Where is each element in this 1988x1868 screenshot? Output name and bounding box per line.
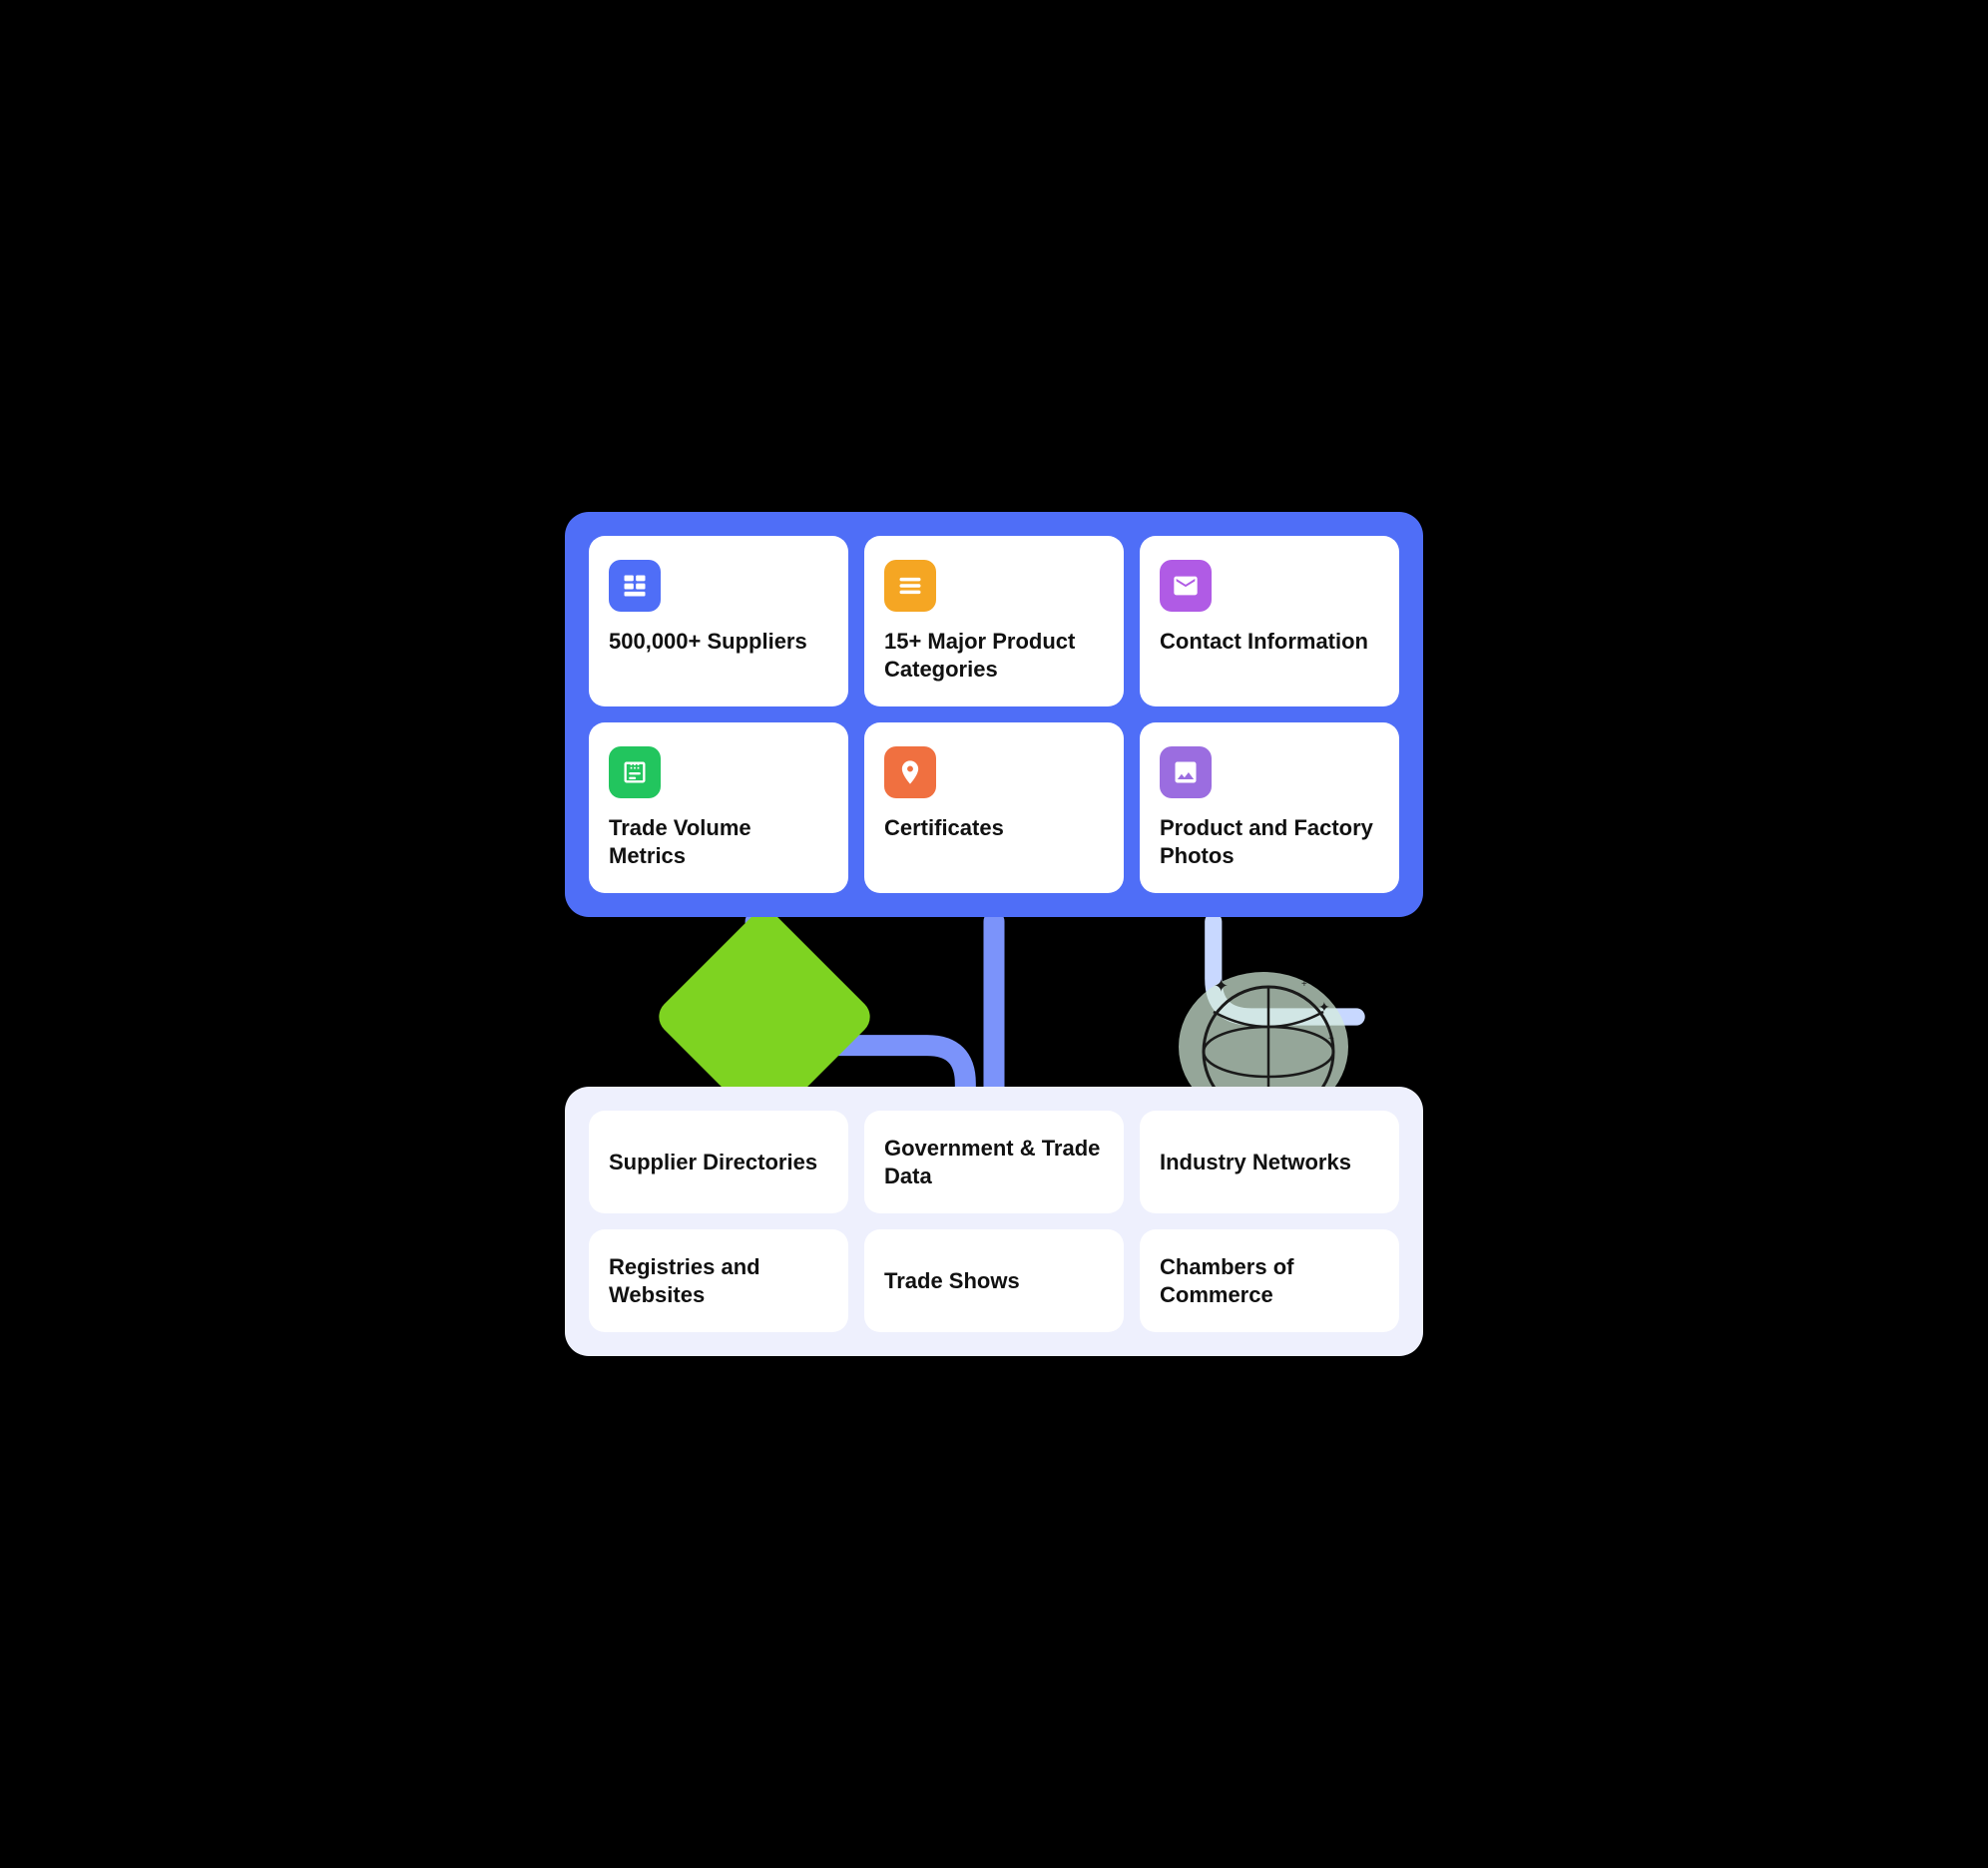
top-card: 500,000+ Suppliers 15+ Major Product Cat… bbox=[565, 512, 1423, 917]
bottom-card: Supplier Directories Government & Trade … bbox=[565, 1087, 1423, 1356]
feature-card-suppliers: 500,000+ Suppliers bbox=[589, 536, 848, 706]
source-card-gov-trade: Government & Trade Data bbox=[864, 1111, 1124, 1213]
feature-card-certificates: Certificates bbox=[864, 722, 1124, 893]
trade-shows-title: Trade Shows bbox=[884, 1267, 1020, 1295]
sources-grid: Supplier Directories Government & Trade … bbox=[589, 1111, 1399, 1332]
registries-title: Registries and Websites bbox=[609, 1253, 828, 1308]
source-card-supplier-dirs: Supplier Directories bbox=[589, 1111, 848, 1213]
chambers-title: Chambers of Commerce bbox=[1160, 1253, 1379, 1308]
categories-icon-badge bbox=[884, 560, 936, 612]
photos-icon bbox=[1172, 758, 1200, 786]
svg-text:+: + bbox=[1328, 1034, 1334, 1045]
source-card-trade-shows: Trade Shows bbox=[864, 1229, 1124, 1332]
main-container: 500,000+ Suppliers 15+ Major Product Cat… bbox=[545, 492, 1443, 1376]
suppliers-title: 500,000+ Suppliers bbox=[609, 628, 828, 656]
contact-icon-badge bbox=[1160, 560, 1212, 612]
suppliers-icon-badge bbox=[609, 560, 661, 612]
categories-icon bbox=[896, 572, 924, 600]
svg-text:✦: ✦ bbox=[1318, 999, 1330, 1015]
gov-trade-title: Government & Trade Data bbox=[884, 1135, 1104, 1189]
certificates-icon-badge bbox=[884, 746, 936, 798]
contact-title: Contact Information bbox=[1160, 628, 1379, 656]
trade-icon-badge bbox=[609, 746, 661, 798]
source-card-chambers: Chambers of Commerce bbox=[1140, 1229, 1399, 1332]
contact-icon bbox=[1172, 572, 1200, 600]
photos-icon-badge bbox=[1160, 746, 1212, 798]
feature-card-photos: Product and Factory Photos bbox=[1140, 722, 1399, 893]
suppliers-icon bbox=[621, 572, 649, 600]
svg-text:✦: ✦ bbox=[1214, 976, 1229, 996]
certificates-title: Certificates bbox=[884, 814, 1104, 842]
supplier-dirs-title: Supplier Directories bbox=[609, 1149, 817, 1176]
photos-title: Product and Factory Photos bbox=[1160, 814, 1379, 869]
features-grid: 500,000+ Suppliers 15+ Major Product Cat… bbox=[589, 536, 1399, 893]
feature-card-categories: 15+ Major Product Categories bbox=[864, 536, 1124, 706]
source-card-registries: Registries and Websites bbox=[589, 1229, 848, 1332]
industry-networks-title: Industry Networks bbox=[1160, 1149, 1351, 1176]
svg-text:+: + bbox=[1301, 979, 1307, 990]
certificates-icon bbox=[896, 758, 924, 786]
feature-card-contact: Contact Information bbox=[1140, 536, 1399, 706]
source-card-industry-networks: Industry Networks bbox=[1140, 1111, 1399, 1213]
categories-title: 15+ Major Product Categories bbox=[884, 628, 1104, 683]
trade-volume-title: Trade Volume Metrics bbox=[609, 814, 828, 869]
feature-card-trade-volume: Trade Volume Metrics bbox=[589, 722, 848, 893]
trade-icon bbox=[621, 758, 649, 786]
